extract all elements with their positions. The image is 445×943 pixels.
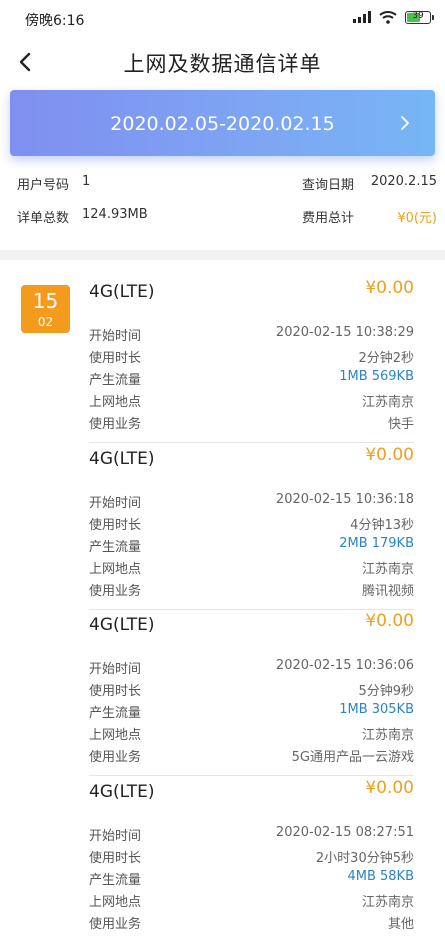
duration-value: 4分钟13秒 (350, 518, 414, 533)
location-row: 上网地点 江苏南京 (89, 558, 414, 580)
traffic-value: 4MB 58KB (347, 869, 414, 884)
traffic-row: 产生流量 1MB 305KB (89, 702, 414, 724)
query-date-value: 2020.2.15 (370, 174, 437, 189)
chevron-right-icon (401, 116, 409, 130)
location-label: 上网地点 (89, 395, 142, 410)
record-item[interactable]: 4G(LTE) ¥0.00 开始时间 2020-02-15 10:38:29 使用… (89, 276, 414, 443)
location-value: 江苏南京 (361, 728, 414, 743)
record-amount: ¥0.00 (365, 445, 414, 465)
page-title: 上网及数据通信详单 (123, 52, 322, 76)
location-row: 上网地点 江苏南京 (89, 724, 414, 746)
location-value: 江苏南京 (361, 562, 414, 577)
start-time-row: 开始时间 2020-02-15 08:27:51 (89, 825, 414, 847)
fee-label: 费用总计 (302, 211, 355, 226)
location-row: 上网地点 江苏南京 (89, 391, 414, 413)
service-row: 使用业务 腾讯视频 (89, 580, 414, 602)
service-value: 5G通用产品一云游戏 (291, 750, 414, 765)
summary-row-1: 用户号码 1 查询日期 2020.2.15 (17, 174, 437, 194)
record-amount: ¥0.00 (365, 611, 414, 631)
service-value: 腾讯视频 (361, 584, 414, 599)
service-label: 使用业务 (89, 917, 142, 932)
location-value: 江苏南京 (361, 895, 414, 910)
traffic-row: 产生流量 4MB 58KB (89, 869, 414, 891)
query-date-label: 查询日期 (302, 178, 355, 193)
traffic-label: 产生流量 (89, 540, 142, 555)
duration-row: 使用时长 5分钟9秒 (89, 680, 414, 702)
start-time-row: 开始时间 2020-02-15 10:36:06 (89, 658, 414, 680)
status-icons: 39 (353, 10, 434, 24)
service-row: 使用业务 5G通用产品一云游戏 (89, 746, 414, 768)
service-label: 使用业务 (89, 584, 142, 599)
duration-row: 使用时长 4分钟13秒 (89, 514, 414, 536)
start-time-label: 开始时间 (89, 829, 142, 844)
traffic-label: 产生流量 (89, 706, 142, 721)
signal-icon (353, 11, 371, 23)
network-type: 4G(LTE) (89, 282, 155, 302)
day-number: 15 (32, 289, 59, 313)
record-item[interactable]: 4G(LTE) ¥0.00 开始时间 2020-02-15 10:36:18 使用… (89, 443, 414, 610)
location-row: 上网地点 江苏南京 (89, 891, 414, 913)
duration-label: 使用时长 (89, 518, 142, 533)
start-time-label: 开始时间 (89, 496, 142, 511)
start-time-label: 开始时间 (89, 662, 142, 677)
location-label: 上网地点 (89, 562, 142, 577)
record-amount: ¥0.00 (365, 278, 414, 298)
traffic-label: 产生流量 (89, 373, 142, 388)
duration-value: 2小时30分钟5秒 (315, 851, 414, 866)
status-bar: 傍晚6:16 39 (0, 0, 445, 38)
duration-label: 使用时长 (89, 684, 142, 699)
nav-bar: 上网及数据通信详单 (0, 38, 445, 88)
battery-icon: 39 (405, 10, 434, 24)
network-type: 4G(LTE) (89, 449, 155, 469)
service-value: 其他 (387, 917, 414, 932)
traffic-label: 产生流量 (89, 873, 142, 888)
status-time: 傍晚6:16 (25, 13, 85, 29)
service-label: 使用业务 (89, 750, 142, 765)
user-number-value: 1 (82, 174, 91, 189)
network-type: 4G(LTE) (89, 782, 155, 802)
day-month: 02 (37, 315, 54, 329)
start-time-value: 2020-02-15 10:38:29 (275, 325, 414, 340)
duration-row: 使用时长 2分钟2秒 (89, 347, 414, 369)
total-label: 详单总数 (17, 211, 70, 226)
start-time-row: 开始时间 2020-02-15 10:36:18 (89, 492, 414, 514)
location-label: 上网地点 (89, 728, 142, 743)
service-row: 使用业务 其他 (89, 913, 414, 935)
date-range-selector[interactable]: 2020.02.05-2020.02.15 (10, 90, 435, 156)
wifi-icon (379, 11, 397, 24)
start-time-value: 2020-02-15 10:36:06 (275, 658, 414, 673)
record-item[interactable]: 4G(LTE) ¥0.00 开始时间 2020-02-15 08:27:51 使用… (89, 776, 414, 943)
location-label: 上网地点 (89, 895, 142, 910)
fee-value: ¥0(元) (397, 211, 437, 226)
traffic-value: 1MB 305KB (339, 702, 414, 717)
network-type: 4G(LTE) (89, 615, 155, 635)
total-value: 124.93MB (82, 207, 148, 222)
date-range-text: 2020.02.05-2020.02.15 (110, 113, 335, 135)
traffic-value: 1MB 569KB (339, 369, 414, 384)
duration-label: 使用时长 (89, 351, 142, 366)
start-time-value: 2020-02-15 08:27:51 (275, 825, 414, 840)
battery-level: 39 (412, 10, 424, 21)
day-badge: 15 02 (21, 285, 70, 333)
duration-row: 使用时长 2小时30分钟5秒 (89, 847, 414, 869)
start-time-value: 2020-02-15 10:36:18 (275, 492, 414, 507)
start-time-label: 开始时间 (89, 329, 142, 344)
section-divider (0, 250, 445, 260)
duration-value: 5分钟9秒 (358, 684, 414, 699)
record-item[interactable]: 4G(LTE) ¥0.00 开始时间 2020-02-15 10:36:06 使用… (89, 609, 414, 776)
duration-value: 2分钟2秒 (358, 351, 414, 366)
traffic-value: 2MB 179KB (339, 536, 414, 551)
service-row: 使用业务 快手 (89, 413, 414, 435)
start-time-row: 开始时间 2020-02-15 10:38:29 (89, 325, 414, 347)
service-value: 快手 (387, 417, 414, 432)
summary-row-2: 详单总数 124.93MB 费用总计 ¥0(元) (17, 207, 437, 227)
record-amount: ¥0.00 (365, 778, 414, 798)
traffic-row: 产生流量 1MB 569KB (89, 369, 414, 391)
user-number-label: 用户号码 (17, 178, 70, 193)
traffic-row: 产生流量 2MB 179KB (89, 536, 414, 558)
location-value: 江苏南京 (361, 395, 414, 410)
duration-label: 使用时长 (89, 851, 142, 866)
service-label: 使用业务 (89, 417, 142, 432)
